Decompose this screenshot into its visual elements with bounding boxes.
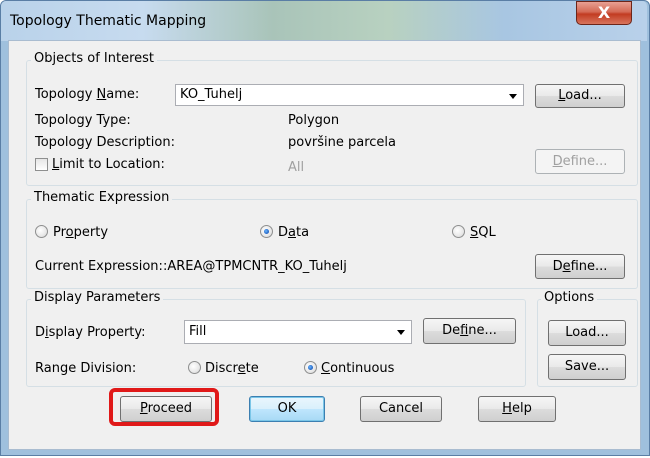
options-load-label: Load... [565, 325, 609, 340]
options-save-button[interactable]: Save... [548, 354, 626, 380]
cancel-label: Cancel [378, 401, 424, 416]
location-define-label: Define... [552, 154, 608, 169]
continuous-radio[interactable] [304, 361, 317, 374]
topology-description-label: Topology Description: [35, 135, 175, 150]
ok-button[interactable]: OK [249, 396, 325, 422]
close-button[interactable]: X [576, 1, 632, 25]
property-radio-label[interactable]: Property [53, 225, 108, 240]
discrete-radio[interactable] [188, 361, 201, 374]
expression-define-button[interactable]: Define... [535, 254, 625, 279]
topology-name-value: KO_Tuhelj [180, 87, 243, 102]
window-title: Topology Thematic Mapping [10, 13, 207, 29]
limit-to-location-label[interactable]: Limit to Location: [52, 157, 165, 172]
title-bar[interactable]: Topology Thematic Mapping [1, 1, 647, 41]
options-save-label: Save... [564, 359, 610, 374]
help-label: Help [502, 401, 532, 416]
topology-type-label: Topology Type: [35, 113, 131, 128]
options-label: Options [541, 290, 598, 305]
current-expression-value: :AREA@TPMCNTR_KO_Tuhelj [163, 259, 347, 274]
expression-define-label: Define... [552, 259, 608, 274]
display-property-combobox[interactable]: Fill [184, 320, 412, 344]
location-value: All [288, 160, 305, 175]
chevron-down-icon[interactable] [397, 330, 405, 335]
sql-radio-label[interactable]: SQL [470, 225, 496, 240]
topology-type-value: Polygon [288, 113, 340, 128]
range-division-label: Range Division: [35, 361, 137, 376]
display-property-value: Fill [189, 324, 207, 339]
topology-description-value: površine parcela [288, 135, 396, 150]
chevron-down-icon[interactable] [509, 94, 517, 99]
data-radio-label[interactable]: Data [278, 225, 309, 240]
location-define-button[interactable]: Define... [535, 149, 625, 174]
cancel-button[interactable]: Cancel [360, 396, 442, 422]
proceed-highlight-box [109, 388, 219, 426]
topology-name-label: Topology Name: [35, 87, 140, 102]
display-property-label: Display Property: [35, 325, 146, 340]
topology-load-button[interactable]: Load... [535, 84, 625, 108]
discrete-radio-label[interactable]: Discrete [205, 361, 259, 376]
sql-radio[interactable] [452, 225, 465, 238]
ok-label: OK [277, 401, 297, 416]
topology-load-label: Load... [558, 88, 602, 103]
topology-name-combobox[interactable]: KO_Tuhelj [175, 84, 524, 106]
data-radio[interactable] [260, 225, 273, 238]
thematic-expression-label: Thematic Expression [31, 190, 173, 205]
continuous-radio-label[interactable]: Continuous [321, 361, 394, 376]
options-load-button[interactable]: Load... [548, 320, 626, 346]
display-define-button[interactable]: Define... [423, 318, 516, 344]
objects-of-interest-label: Objects of Interest [31, 51, 158, 66]
current-expression-label: Current Expression: [35, 259, 163, 274]
help-button[interactable]: Help [478, 396, 556, 422]
limit-to-location-checkbox[interactable] [35, 158, 48, 171]
property-radio[interactable] [35, 225, 48, 238]
display-define-label: Define... [442, 323, 497, 338]
close-icon: X [597, 3, 611, 22]
display-parameters-label: Display Parameters [31, 290, 164, 305]
